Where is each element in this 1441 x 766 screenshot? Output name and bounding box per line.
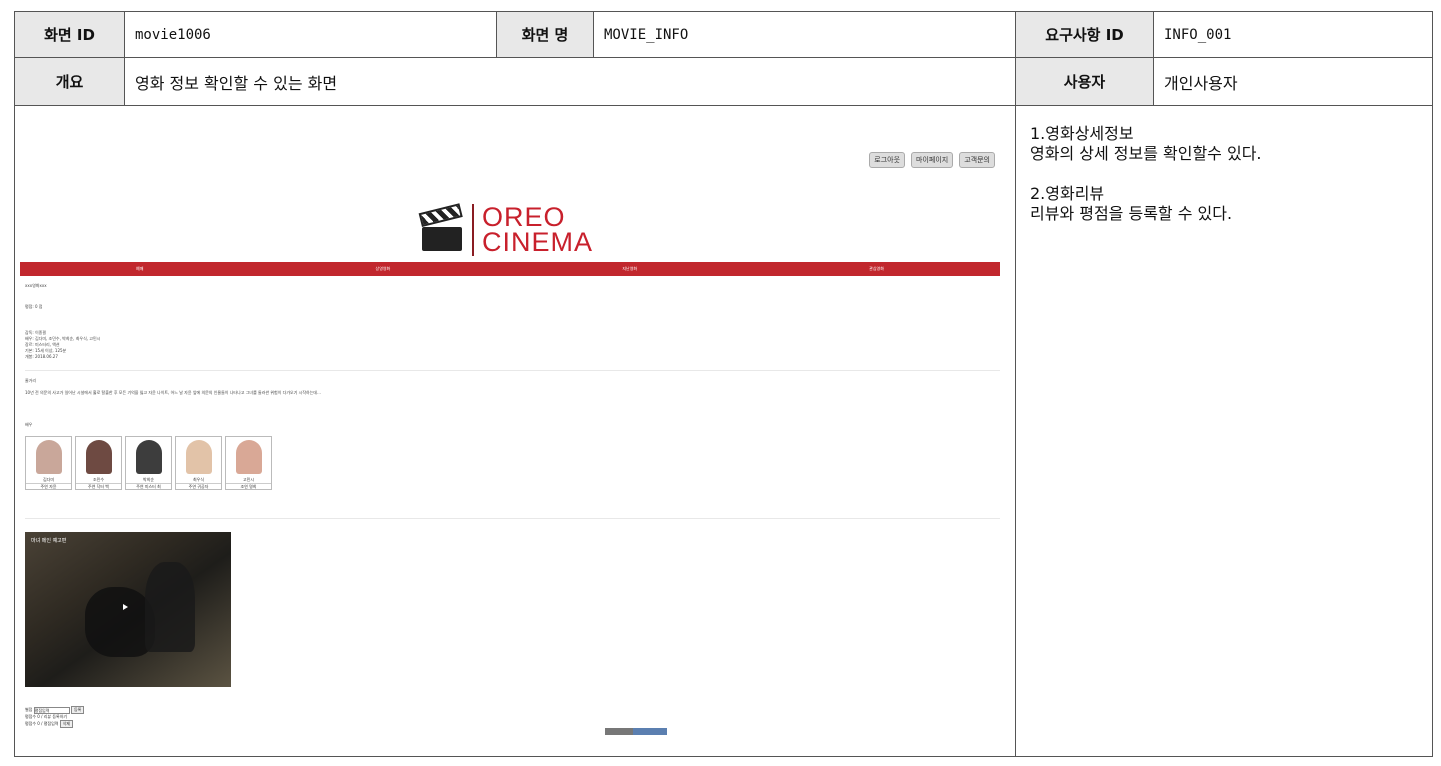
user-value: 개인사용자 [1154, 58, 1432, 106]
star-rating-label: 별점 [25, 707, 33, 712]
actor-photo [36, 440, 62, 474]
screen-name-value: MOVIE_INFO [594, 12, 1016, 58]
actor-role: 주연 귀공자 [176, 483, 221, 490]
actor-photo [186, 440, 212, 474]
synopsis-text: 10년 전 의문의 사고가 일어난 시설에서 홀로 탈출한 후 모든 기억을 잃… [25, 390, 321, 395]
description-title: 1.영화상세정보 [1030, 124, 1134, 143]
logo-divider [472, 204, 474, 256]
logout-button[interactable]: 로그아웃 [869, 152, 906, 168]
movie-title: xxx영화xxx [25, 283, 47, 288]
screen-id-value: movie1006 [125, 12, 497, 58]
nav-item-favorites[interactable]: 관심영화 [869, 266, 884, 272]
actor-role: 조연 명희 [226, 483, 271, 490]
main-nav: 예매 상영영화 지난영화 관심영화 [20, 262, 1000, 276]
movie-info: 감독: 이종필 배우: 김다미, 조민수, 박희순, 최우식, 고민시 장르: … [25, 330, 100, 360]
nav-item-now-showing[interactable]: 상영영화 [376, 266, 391, 272]
req-id-value: INFO_001 [1154, 12, 1432, 58]
description-text: 영화의 상세 정보를 확인할수 있다. [1030, 144, 1262, 163]
review-delete-button[interactable]: 삭제 [59, 720, 74, 728]
actor-photo [86, 440, 112, 474]
clapperboard-icon [418, 203, 464, 251]
play-icon[interactable] [123, 604, 128, 610]
cast-card[interactable]: 조민수 주연 닥터 백 [75, 436, 122, 490]
actor-role: 주연 미스터 최 [126, 483, 171, 490]
trailer-video[interactable]: 마녀 메인 예고편 [25, 532, 231, 687]
info-line: 개봉: 2018.06.27 [25, 354, 58, 359]
movie-rating: 평점: 0 점 [25, 304, 43, 309]
cast-list: 김다미 주연 자윤 조민수 주연 닥터 백 박희순 주연 미스터 최 최우식 주연 귀공… [25, 436, 272, 490]
synopsis-label: 줄거리 [25, 378, 37, 383]
actor-photo [136, 440, 162, 474]
logo-text: OREO CINEMA [482, 204, 594, 257]
nav-item-past[interactable]: 지난영화 [622, 266, 637, 272]
actor-photo [236, 440, 262, 474]
spec-table: 화면 ID movie1006 화면 명 MOVIE_INFO 요구사항 ID … [14, 11, 1433, 757]
screen-name-label: 화면 명 [497, 12, 594, 58]
description-title: 2.영화리뷰 [1030, 184, 1105, 203]
review-submit-button[interactable]: 등록 [70, 706, 85, 714]
divider [25, 370, 1000, 371]
nav-item-reserve[interactable]: 예매 [136, 266, 143, 272]
screen-id-label: 화면 ID [15, 12, 125, 58]
top-buttons: 로그아웃 마이페이지 고객문의 [869, 152, 995, 168]
video-title: 마녀 메인 예고편 [31, 538, 67, 544]
review-input[interactable]: 평점입력 [33, 706, 70, 714]
video-frame [145, 562, 195, 652]
actor-role: 주연 자윤 [26, 483, 71, 490]
pagination[interactable] [605, 728, 667, 735]
review-line: 평점수 0 / 평점입력 [25, 721, 59, 726]
mypage-button[interactable]: 마이페이지 [911, 152, 954, 168]
description-panel: 1.영화상세정보 영화의 상세 정보를 확인할수 있다. 2.영화리뷰 리뷰와 평점… [1016, 106, 1433, 757]
logo-line2: CINEMA [482, 227, 594, 257]
actor-role: 주연 닥터 백 [76, 483, 121, 490]
description-item: 1.영화상세정보 영화의 상세 정보를 확인할수 있다. [1030, 124, 1419, 164]
overview-value: 영화 정보 확인할 수 있는 화면 [125, 58, 1016, 106]
cast-card[interactable]: 고민시 조연 명희 [225, 436, 272, 490]
cast-card[interactable]: 김다미 주연 자윤 [25, 436, 72, 490]
cast-card[interactable]: 박희순 주연 미스터 최 [125, 436, 172, 490]
oreo-cinema-logo[interactable]: OREO CINEMA [418, 203, 594, 257]
description-text: 리뷰와 평점을 등록할 수 있다. [1030, 204, 1233, 223]
screen-mockup: 로그아웃 마이페이지 고객문의 OREO CINEMA 예매 상영영화 지난영화… [15, 106, 1016, 757]
user-label: 사용자 [1016, 58, 1154, 106]
cast-label: 배우 [25, 422, 33, 427]
description-item: 2.영화리뷰 리뷰와 평점을 등록할 수 있다. [1030, 184, 1419, 224]
divider [25, 518, 1000, 519]
cast-card[interactable]: 최우식 주연 귀공자 [175, 436, 222, 490]
support-button[interactable]: 고객문의 [959, 152, 995, 168]
review-form: 별점 평점입력 등록 평점수 0 / 리뷰 등록하기 평점수 0 / 평점입력 … [25, 706, 85, 728]
overview-label: 개요 [15, 58, 125, 106]
req-id-label: 요구사항 ID [1016, 12, 1154, 58]
